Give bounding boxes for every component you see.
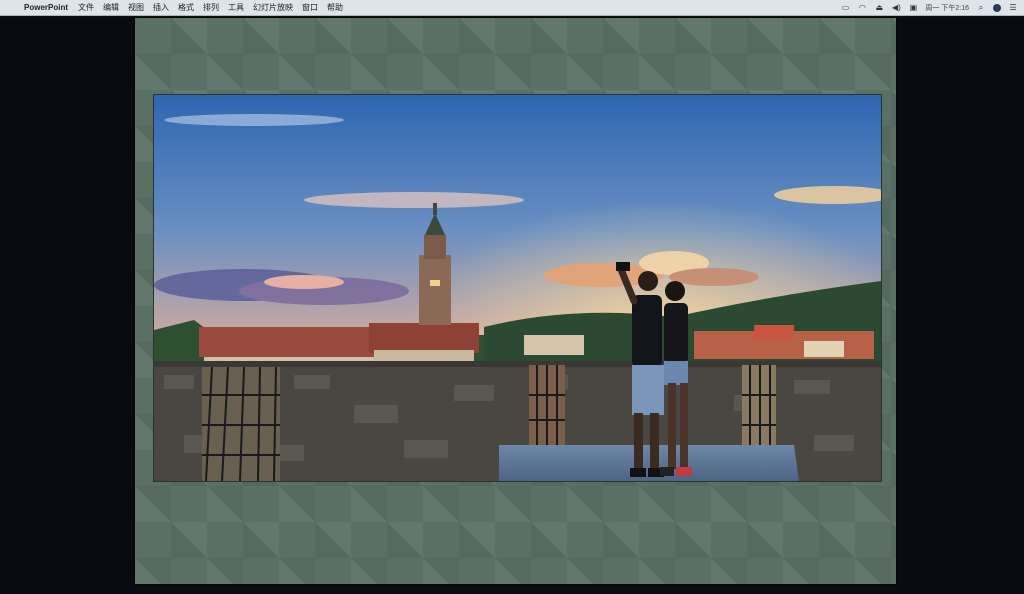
eject-icon[interactable]: ⏏ [874,3,884,13]
menu-tools[interactable]: 工具 [228,2,244,13]
menu-window[interactable]: 窗口 [302,2,318,13]
menu-arrange[interactable]: 排列 [203,2,219,13]
input-method-icon[interactable]: ▣ [908,3,918,13]
user-icon[interactable] [993,3,1001,12]
menu-format[interactable]: 格式 [178,2,194,13]
volume-icon[interactable]: ◀) [891,3,901,13]
menu-help[interactable]: 帮助 [327,2,343,13]
menubar-clock[interactable]: 周一 下午2:16 [925,3,969,13]
slide-photo [153,94,882,482]
menu-bar: PowerPoint 文件 编辑 视图 插入 格式 排列 工具 幻灯片放映 窗口… [0,0,1024,16]
menu-insert[interactable]: 插入 [153,2,169,13]
menu-view[interactable]: 视图 [128,2,144,13]
display-icon[interactable]: ▭ [840,3,850,13]
status-area: ▭ ◠ ⏏ ◀) ▣ 周一 下午2:16 ⌕ ☰ [840,3,1018,13]
list-icon[interactable]: ☰ [1008,3,1018,13]
app-menu[interactable]: PowerPoint [24,3,68,12]
search-icon[interactable]: ⌕ [976,3,986,13]
menu-edit[interactable]: 编辑 [103,2,119,13]
menu-slideshow[interactable]: 幻灯片放映 [253,2,293,13]
menu-file[interactable]: 文件 [78,2,94,13]
wifi-icon[interactable]: ◠ [857,3,867,13]
